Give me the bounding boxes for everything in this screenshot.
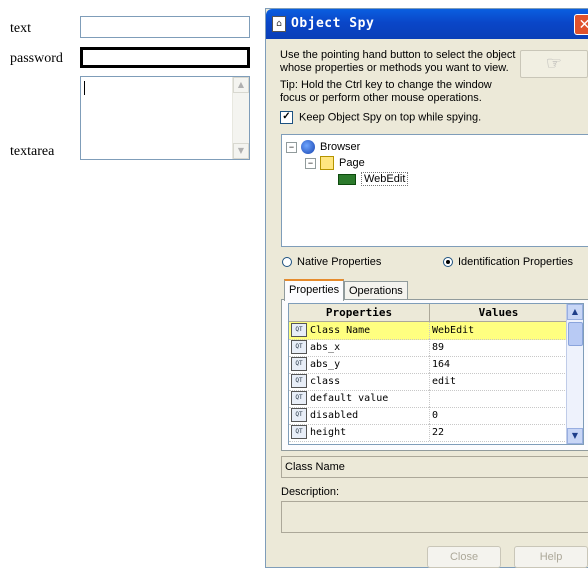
table-row[interactable]: QT abs_y 164 — [289, 356, 567, 374]
scroll-thumb[interactable] — [568, 322, 583, 346]
table-row[interactable]: QT default value — [289, 390, 567, 408]
grid-header: Properties Values — [289, 304, 567, 322]
column-header-values[interactable]: Values — [430, 304, 567, 321]
property-icon: QT — [291, 357, 307, 371]
identification-properties-label: Identification Properties — [458, 256, 573, 268]
close-icon: ✕ — [578, 17, 588, 33]
column-header-properties[interactable]: Properties — [289, 304, 430, 321]
table-row[interactable]: QT disabled 0 — [289, 407, 567, 425]
keep-on-top-label: Keep Object Spy on top while spying. — [299, 111, 482, 124]
collapse-icon[interactable]: − — [305, 157, 316, 169]
description-box — [281, 501, 588, 533]
text-input[interactable] — [80, 16, 250, 38]
instructions-text: Use the pointing hand button to select t… — [280, 49, 516, 74]
close-button[interactable]: Close — [427, 546, 501, 568]
native-properties-option[interactable]: Native Properties — [282, 256, 381, 268]
textarea-scrollbar[interactable]: ▲ ▼ — [232, 77, 249, 159]
property-name: abs_y — [310, 359, 341, 370]
property-icon: QT — [291, 425, 307, 439]
webedit-icon — [338, 173, 356, 185]
identification-properties-radio[interactable] — [443, 257, 453, 268]
property-name: abs_x — [310, 342, 341, 353]
keep-on-top-option[interactable]: ✓ Keep Object Spy on top while spying. — [280, 111, 481, 124]
pointing-hand-icon: ☞ — [545, 53, 563, 74]
tree-node-label: Browser — [320, 141, 361, 153]
properties-panel: Properties Values QT Class Name WebEdit Q… — [281, 299, 588, 451]
native-properties-radio[interactable] — [282, 257, 292, 268]
property-name: disabled — [310, 410, 359, 421]
property-icon: QT — [291, 408, 307, 422]
tab-properties[interactable]: Properties — [284, 279, 345, 301]
property-value: 164 — [432, 359, 451, 370]
description-label: Description: — [281, 486, 340, 498]
textarea-input[interactable]: ▲ ▼ — [80, 76, 250, 160]
text-label: text — [10, 21, 31, 36]
table-row[interactable]: QT Class Name WebEdit — [289, 322, 567, 340]
selected-property-name: Class Name — [281, 456, 588, 478]
property-icon: QT — [291, 374, 307, 388]
collapse-icon[interactable]: − — [286, 141, 297, 153]
textarea-label: textarea — [10, 144, 55, 159]
property-name: class — [310, 376, 341, 387]
property-name: Class Name — [310, 325, 371, 336]
grid-scrollbar[interactable]: ▲ ▼ — [566, 304, 583, 444]
properties-grid[interactable]: Properties Values QT Class Name WebEdit Q… — [288, 303, 584, 445]
tip-text: Tip: Hold the Ctrl key to change the win… — [280, 79, 492, 104]
tab-operations[interactable]: Operations — [344, 281, 408, 301]
object-spy-window: ⌂ Object Spy ✕ Use the pointing hand but… — [265, 8, 588, 568]
tree-node-page[interactable]: − Page — [305, 155, 365, 171]
property-icon: QT — [291, 340, 307, 354]
property-value: 0 — [432, 410, 439, 421]
text-cursor — [84, 81, 85, 95]
tree-node-browser[interactable]: − Browser — [286, 139, 360, 155]
native-properties-label: Native Properties — [297, 256, 382, 268]
scroll-down-icon[interactable]: ▼ — [567, 428, 583, 444]
property-name: default value — [310, 393, 389, 404]
property-icon: QT — [291, 323, 307, 337]
browser-icon — [301, 140, 315, 155]
scroll-up-icon[interactable]: ▲ — [233, 77, 249, 93]
table-row[interactable]: QT height 22 — [289, 424, 567, 442]
property-name: height — [310, 427, 347, 438]
table-row[interactable]: QT class edit — [289, 373, 567, 391]
password-input[interactable] — [80, 47, 250, 68]
property-value: 89 — [432, 342, 445, 353]
property-icon: QT — [291, 391, 307, 405]
title-bar[interactable]: ⌂ Object Spy ✕ — [266, 9, 588, 39]
identification-properties-option[interactable]: Identification Properties — [443, 256, 573, 268]
object-tree[interactable]: − Browser − Page WebEdit — [281, 134, 588, 247]
password-label: password — [10, 51, 63, 66]
property-value: WebEdit — [432, 325, 475, 336]
keep-on-top-checkbox[interactable]: ✓ — [280, 111, 293, 124]
tree-node-webedit[interactable]: WebEdit — [338, 171, 409, 187]
app-icon: ⌂ — [272, 16, 286, 32]
scroll-down-icon[interactable]: ▼ — [233, 143, 249, 159]
help-button[interactable]: Help — [514, 546, 588, 568]
property-value: 22 — [432, 427, 445, 438]
page-icon — [320, 156, 334, 171]
close-window-button[interactable]: ✕ — [574, 14, 588, 35]
tree-node-label: WebEdit — [361, 172, 409, 186]
table-row[interactable]: QT abs_x 89 — [289, 339, 567, 357]
pointing-hand-button[interactable]: ☞ — [520, 50, 588, 78]
tree-node-label: Page — [339, 157, 365, 169]
scroll-up-icon[interactable]: ▲ — [567, 304, 583, 320]
property-value: edit — [432, 376, 457, 387]
window-title: Object Spy — [291, 16, 375, 31]
